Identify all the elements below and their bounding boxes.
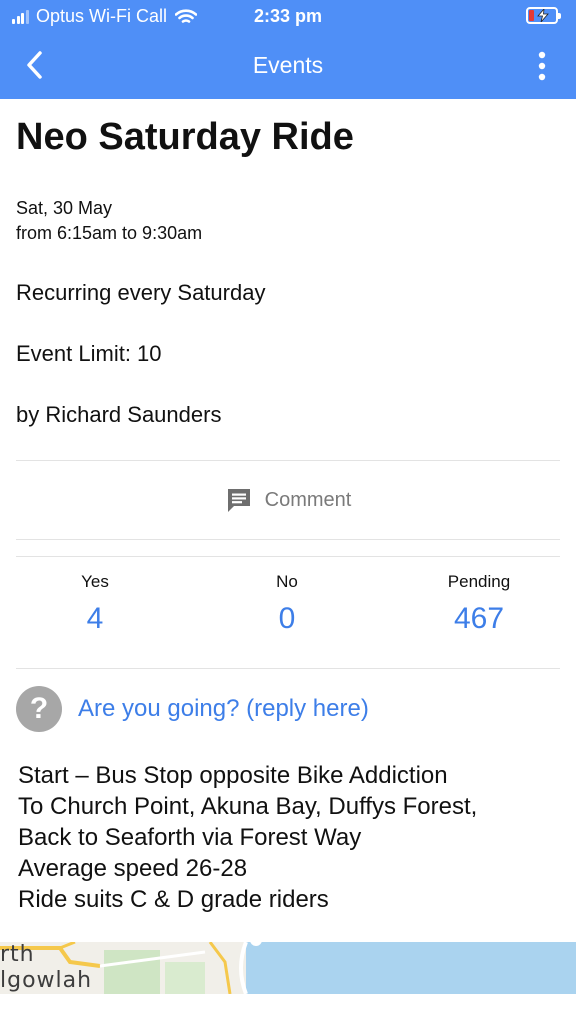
comment-icon [227,489,250,512]
divider [16,539,560,540]
map-label: rth [0,942,35,967]
divider [16,460,560,461]
rsvp-yes-label: Yes [81,572,109,591]
event-organizer: by Richard Saunders [16,402,222,427]
map-label: lgowlah [0,968,93,993]
description-line: Ride suits C & D grade riders [18,886,329,913]
rsvp-yes[interactable]: Yes 4 [0,572,190,636]
more-vertical-icon [538,51,546,81]
question-icon: ? [16,686,62,732]
description-line: To Church Point, Akuna Bay, Duffys Fores… [18,793,478,820]
event-recurrence: Recurring every Saturday [16,280,266,305]
app-bar: Events [0,32,576,99]
status-time: 2:33 pm [253,6,323,26]
reply-link[interactable]: Are you going? (reply here) [78,695,369,723]
rsvp-no-label: No [276,572,298,591]
comment-button[interactable]: Comment [0,486,576,514]
map-preview[interactable]: rth lgowlah [0,942,576,994]
divider [16,668,560,669]
rsvp-yes-count: 4 [86,602,104,635]
event-date: Sat, 30 May [16,198,113,218]
description-line: Start – Bus Stop opposite Bike Addiction [18,762,448,789]
rsvp-pending[interactable]: Pending 467 [384,572,574,636]
event-time-range: from 6:15am to 9:30am [16,223,203,243]
rsvp-pending-count: 467 [453,602,505,635]
rsvp-pending-label: Pending [447,572,511,591]
rsvp-no-count: 0 [278,602,296,635]
event-description: Start – Bus Stop opposite Bike Addiction… [18,760,566,915]
battery-icon [526,7,561,24]
status-bar: Optus Wi-Fi Call 2:33 pm [0,0,576,32]
more-options-button[interactable] [536,50,548,82]
reply-prompt[interactable]: ? Are you going? (reply here) [16,686,369,732]
event-limit: Event Limit: 10 [16,341,162,366]
description-line: Average speed 26-28 [18,855,248,882]
event-title: Neo Saturday Ride [16,116,354,158]
page-title: Events [252,52,324,78]
divider [16,556,560,557]
comment-label: Comment [264,488,352,511]
description-line: Back to Seaforth via Forest Way [18,824,362,851]
rsvp-no[interactable]: No 0 [192,572,382,636]
